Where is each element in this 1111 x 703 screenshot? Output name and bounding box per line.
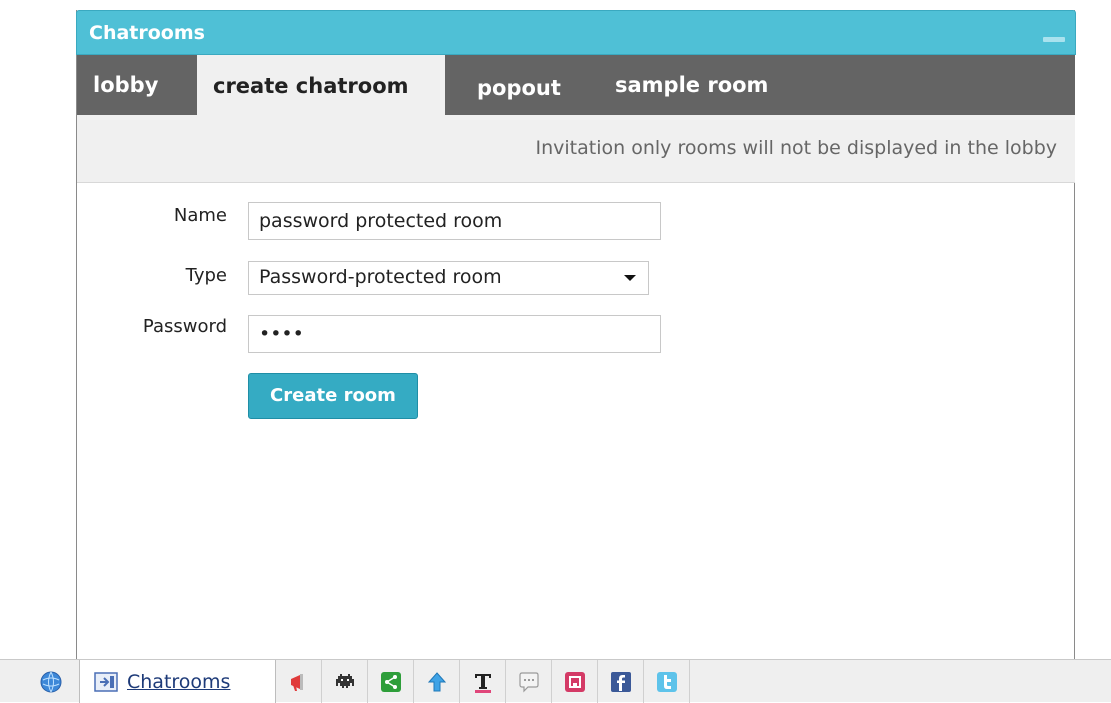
globe-icon: [40, 671, 62, 693]
taskbar-item-chatrooms[interactable]: Chatrooms: [79, 660, 276, 703]
upload-arrow-icon: [427, 672, 447, 692]
share-icon: [381, 672, 401, 692]
password-label: Password: [142, 316, 227, 337]
bottom-taskbar: Chatrooms: [0, 659, 1111, 703]
chatrooms-window: Chatrooms lobby create chatroom popout s…: [76, 10, 1076, 660]
facebook-icon: [611, 672, 631, 692]
info-notice: Invitation only rooms will not be displa…: [77, 115, 1075, 183]
chevron-down-icon: [624, 275, 636, 281]
name-label: Name: [173, 205, 227, 226]
tab-popout[interactable]: popout: [477, 58, 561, 118]
taskbar-games[interactable]: [322, 660, 368, 703]
notice-text: Invitation only rooms will not be displa…: [535, 137, 1057, 159]
chat-bubble-icon: [519, 672, 539, 693]
tab-lobby[interactable]: lobby: [93, 55, 158, 115]
taskbar-twitter[interactable]: [644, 660, 690, 703]
space-invader-icon: [336, 674, 354, 688]
announcement-icon: [291, 674, 303, 691]
taskbar-announcements[interactable]: [276, 660, 322, 703]
type-label: Type: [185, 265, 227, 286]
taskbar-save[interactable]: [552, 660, 598, 703]
taskbar-text-format[interactable]: [460, 660, 506, 703]
globe-button[interactable]: [36, 660, 76, 703]
taskbar-facebook[interactable]: [598, 660, 644, 703]
save-icon: [565, 672, 585, 692]
tab-create-chatroom[interactable]: create chatroom: [197, 55, 445, 115]
minimize-button[interactable]: [1043, 37, 1065, 42]
create-room-button[interactable]: Create room: [248, 373, 418, 419]
taskbar-share[interactable]: [368, 660, 414, 703]
type-select-value: Password-protected room: [259, 266, 502, 288]
tab-bar: lobby create chatroom popout sample room: [77, 55, 1075, 115]
text-format-icon: [475, 674, 491, 693]
window-title: Chatrooms: [89, 22, 205, 44]
password-input[interactable]: [248, 315, 661, 353]
name-input[interactable]: [248, 202, 661, 240]
type-select[interactable]: Password-protected room: [248, 261, 649, 295]
window-title-bar[interactable]: Chatrooms: [76, 10, 1076, 55]
taskbar-chatrooms-label: Chatrooms: [127, 671, 231, 693]
taskbar-upload[interactable]: [414, 660, 460, 703]
twitter-icon: [657, 672, 677, 692]
tab-sample-room[interactable]: sample room: [615, 55, 768, 115]
chatrooms-icon: [94, 672, 118, 692]
taskbar-chat[interactable]: [506, 660, 552, 703]
